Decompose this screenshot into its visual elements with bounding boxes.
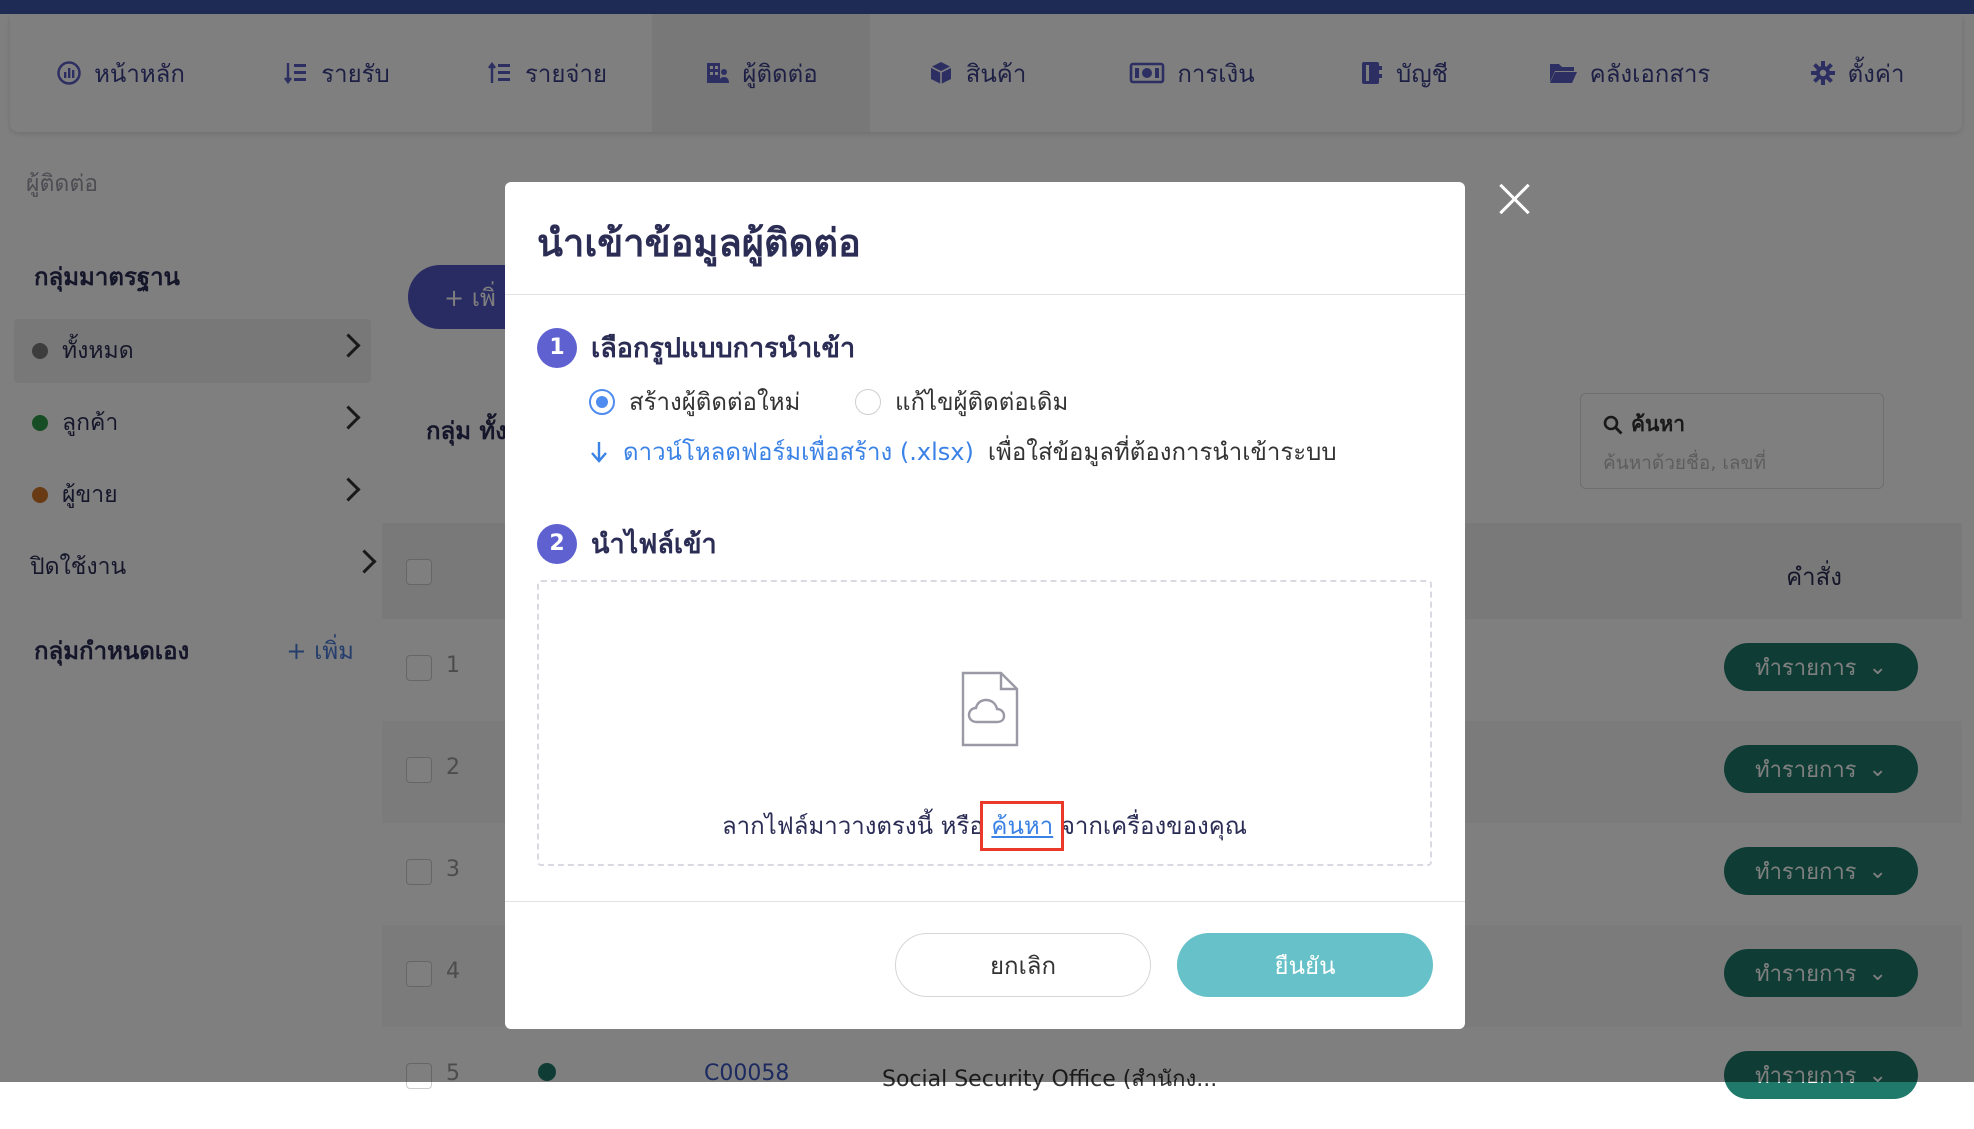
- drop-text-before: ลากไฟล์มาวางตรงนี้ หรือ: [721, 812, 984, 840]
- download-template-row: ดาวน์โหลดฟอร์มเพื่อสร้าง (.xlsx) เพื่อใส…: [589, 432, 1337, 471]
- step-2-title: นำไฟล์เข้า: [591, 529, 717, 560]
- close-icon[interactable]: [1498, 182, 1532, 216]
- file-drop-zone[interactable]: ลากไฟล์มาวางตรงนี้ หรือ ค้นหา จากเครื่อง…: [537, 580, 1432, 866]
- radio-option-edit[interactable]: แก้ไขผู้ติดต่อเดิม: [855, 382, 1068, 421]
- radio-label: แก้ไขผู้ติดต่อเดิม: [895, 388, 1069, 416]
- download-hint: เพื่อใส่ข้อมูลที่ต้องการนำเข้าระบบ: [987, 438, 1337, 466]
- radio-button[interactable]: [855, 388, 881, 415]
- step-number-badge: 1: [537, 327, 577, 368]
- radio-button-selected[interactable]: [589, 388, 615, 415]
- footer-divider: [505, 901, 1465, 902]
- cloud-file-icon: [961, 671, 1019, 747]
- dialog-title: นำเข้าข้อมูลผู้ติดต่อ: [537, 221, 861, 265]
- download-template-link[interactable]: ดาวน์โหลดฟอร์มเพื่อสร้าง (.xlsx): [623, 432, 974, 471]
- cancel-button[interactable]: ยกเลิก: [895, 933, 1151, 997]
- step-number-badge: 2: [537, 523, 577, 564]
- radio-label: สร้างผู้ติดต่อใหม่: [629, 388, 801, 416]
- radio-option-new[interactable]: สร้างผู้ติดต่อใหม่: [589, 382, 800, 421]
- confirm-button[interactable]: ยืนยัน: [1177, 933, 1433, 997]
- step-2-header: 2 นำไฟล์เข้า: [537, 522, 717, 565]
- browse-file-link[interactable]: ค้นหา: [980, 801, 1065, 851]
- drop-instructions: ลากไฟล์มาวางตรงนี้ หรือ ค้นหา จากเครื่อง…: [539, 801, 1430, 851]
- header-divider: [505, 294, 1465, 295]
- drop-text-after: จากเครื่องของคุณ: [1060, 812, 1248, 840]
- arrow-down-icon: [591, 441, 607, 463]
- import-contacts-dialog: นำเข้าข้อมูลผู้ติดต่อ 1 เลือกรูปแบบการนำ…: [505, 182, 1465, 1029]
- step-1-title: เลือกรูปแบบการนำเข้า: [591, 333, 856, 364]
- step-1-header: 1 เลือกรูปแบบการนำเข้า: [537, 326, 855, 369]
